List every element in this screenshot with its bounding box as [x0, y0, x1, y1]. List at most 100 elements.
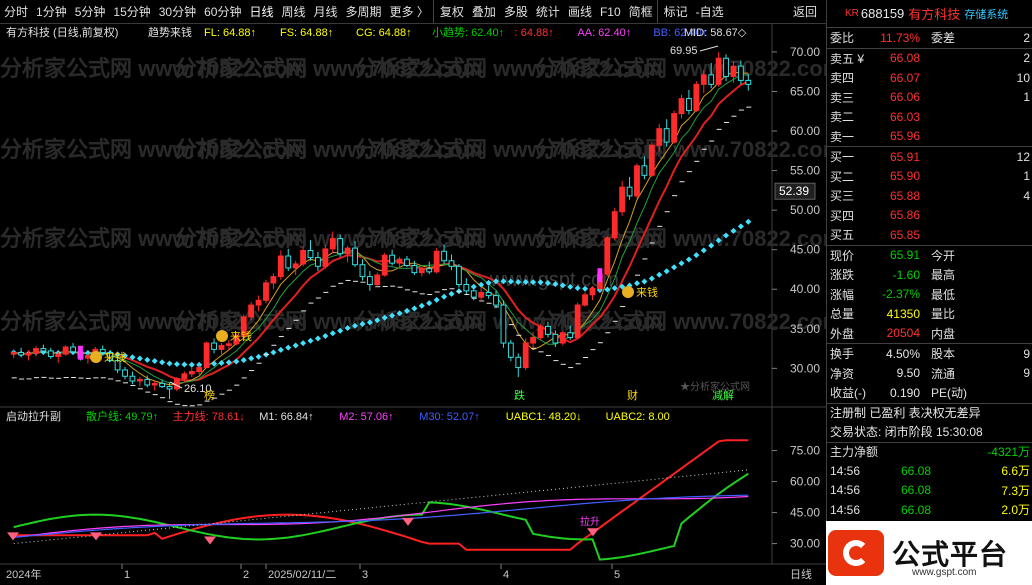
bid-volume: 1 [1023, 169, 1030, 184]
toolbar-item-17[interactable]: 简框 [625, 0, 657, 23]
candle [500, 300, 507, 348]
candle-body [493, 295, 499, 306]
candle-body [559, 332, 566, 344]
stats-value2: 9 [1023, 366, 1030, 381]
bid-label: 买三 [830, 189, 855, 204]
mid-diamond [188, 361, 195, 368]
mid-diamond [418, 302, 425, 309]
ask-book: 卖五 ¥ 66.08 2 卖四 66.07 10 卖三 66.06 1 卖二 66.03 卖一 65.9… [827, 47, 1032, 147]
sub-legend-item: M1: 66.84↑ [259, 411, 313, 423]
candle-body [285, 255, 292, 269]
mid-diamond [314, 335, 321, 342]
toolbar-item-20[interactable]: 返回 [789, 0, 821, 23]
candle [33, 346, 39, 357]
candle-body [634, 165, 640, 197]
money-bag-icon [622, 286, 634, 298]
candle-body [433, 250, 440, 273]
toolbar-item-9[interactable]: 多周期 [342, 0, 386, 23]
quote-value: -2.37% [881, 287, 920, 302]
sub-legend-item: UABC2: 8.00 [606, 411, 670, 423]
toolbar-item-13[interactable]: 多股 [500, 0, 532, 23]
kr-badge: KR [845, 8, 859, 19]
candle-body [552, 333, 559, 344]
candle [582, 292, 588, 307]
high-pointer [699, 45, 719, 52]
bid-row-2: 买三 65.88 4 [827, 186, 1032, 206]
quote-label2: 最高 [931, 268, 956, 283]
down-triangle-icon [402, 517, 414, 526]
toolbar-item-3[interactable]: 15分钟 [109, 0, 154, 23]
toolbar-item-11[interactable]: 复权 [432, 0, 468, 23]
candle-body [448, 260, 455, 267]
watermark-11: 分析家公式网 www.70822.com [535, 226, 826, 251]
candle-body [352, 247, 358, 266]
ask-label: 卖四 [830, 71, 855, 86]
toolbar-item-0[interactable]: 分时 [0, 0, 32, 23]
trade-price: 66.08 [900, 483, 931, 498]
candle-body [144, 378, 151, 386]
candle-body [715, 57, 722, 85]
ask-price: 66.08 [889, 51, 920, 66]
candle-body [411, 265, 418, 274]
mid-diamond [240, 357, 247, 364]
candle [418, 267, 425, 277]
toolbar-item-4[interactable]: 30分钟 [155, 0, 200, 23]
event-tag: 减解 [712, 388, 734, 402]
xaxis-label: 1 [124, 569, 130, 581]
candle-body [389, 254, 396, 264]
mid-diamond [151, 358, 158, 365]
kline-chart[interactable]: 分析家公式网 www.70822.com 分析家公式网 www.70822.com… [0, 24, 826, 585]
mid-diamond [166, 360, 173, 367]
ask-label: 卖三 [830, 90, 855, 105]
ask-price: 66.06 [889, 90, 920, 105]
candle [248, 301, 255, 321]
sub-title: 启动拉升副 [6, 409, 61, 423]
candle-body [381, 254, 388, 276]
candle-body [159, 382, 166, 388]
candle-body [270, 276, 277, 284]
xaxis-label: 4 [503, 569, 509, 581]
candle [634, 163, 640, 199]
toolbar-item-14[interactable]: 统计 [532, 0, 564, 23]
candle-body [500, 304, 507, 344]
mid-diamond [285, 344, 292, 351]
candle-body [62, 346, 69, 355]
yaxis-label: 50.00 [790, 203, 820, 217]
toolbar-item-2[interactable]: 5分钟 [71, 0, 110, 23]
toolbar-item-12[interactable]: 叠加 [468, 0, 500, 23]
toolbar-item-18[interactable]: 标记 [656, 0, 692, 23]
sector-tag[interactable]: 存储系统 [964, 6, 1008, 22]
candle-body [641, 165, 648, 176]
candle-body [574, 304, 581, 339]
quote-label2: 内盘 [931, 326, 956, 341]
legend-item: FL: 64.88↑ [204, 27, 256, 39]
candle-body [188, 371, 195, 375]
quote-label: 外盘 [830, 326, 855, 341]
toolbar-item-6[interactable]: 日线 [245, 0, 277, 23]
sub-legend-item: M30: 52.07↑ [419, 411, 480, 423]
candle [648, 142, 655, 177]
candle-body [55, 353, 62, 357]
toolbar-item-19[interactable]: -自选 [692, 0, 728, 23]
toolbar-item-1[interactable]: 1分钟 [32, 0, 71, 23]
toolbar-item-10[interactable]: 更多 〉 [386, 0, 433, 23]
candle-body [174, 378, 180, 390]
mid-diamond [270, 349, 277, 356]
mid-diamond [441, 293, 448, 300]
toolbar-item-5[interactable]: 60分钟 [200, 0, 245, 23]
toolbar-item-15[interactable]: 画线 [564, 0, 596, 23]
toolbar-item-7[interactable]: 周线 [277, 0, 309, 23]
candle [122, 366, 128, 380]
ask-price: 66.07 [889, 70, 920, 85]
candle-body [248, 304, 255, 318]
candle [611, 207, 618, 241]
sub-yaxis-label: 75.00 [790, 444, 820, 458]
candle-body [589, 287, 596, 296]
candle-body [708, 74, 715, 85]
toolbar-item-8[interactable]: 月线 [310, 0, 342, 23]
yaxis-label: 40.00 [790, 282, 820, 296]
weibi-row: 委比 11.73% 委差 2 [830, 30, 1030, 46]
trade-ticks: 14:56 66.08 6.6万 14:56 66.08 7.3万 14:56 66.08 2.… [827, 461, 1032, 520]
sub-legend-item: M2: 57.06↑ [339, 411, 393, 423]
toolbar-item-16[interactable]: F10 [596, 0, 625, 23]
